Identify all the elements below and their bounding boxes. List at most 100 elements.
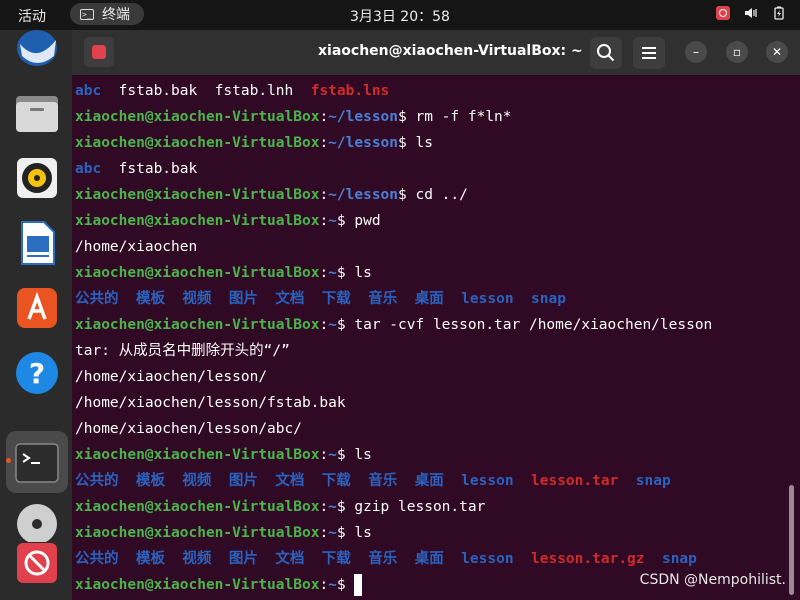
command-text: pwd [345, 213, 381, 229]
command-text: cd ../ [406, 187, 468, 203]
prompt-colon: : [319, 265, 329, 281]
hamburger-icon [642, 47, 656, 59]
prompt-colon: : [319, 187, 329, 203]
rhythmbox-icon[interactable] [14, 155, 60, 201]
libreoffice-writer-icon[interactable] [14, 220, 60, 266]
prompt-user: xiaochen@xiaochen-VirtualBox [75, 187, 320, 203]
output-line: 公共的 模板 视频 图片 文档 下载 音乐 桌面 lesson lesson.t… [75, 468, 671, 494]
prompt-symbol: $ [398, 187, 407, 203]
command-text: rm -f f*ln* [406, 109, 512, 125]
output-text: /home/xiaochen/lesson/ [75, 369, 268, 385]
prompt-symbol: $ [336, 265, 346, 281]
volume-icon[interactable] [744, 6, 758, 20]
directory-listing: snap [618, 473, 671, 489]
battery-icon[interactable] [772, 6, 786, 20]
terminal-icon[interactable] [14, 440, 60, 486]
svg-text:?: ? [29, 357, 45, 390]
prompt-path: ~ [328, 447, 337, 463]
app-menu-label: 终端 [102, 7, 130, 23]
new-tab-button[interactable] [84, 37, 114, 67]
clock[interactable]: 3月3日 20：58 [350, 9, 450, 25]
output-text: /home/xiaochen [75, 239, 198, 255]
prompt-colon: : [319, 525, 329, 541]
prompt-path: ~ [328, 265, 337, 281]
prompt-user: xiaochen@xiaochen-VirtualBox [75, 499, 320, 515]
thunderbird-icon[interactable] [14, 30, 60, 76]
prompt-colon: : [319, 577, 329, 593]
directory-listing: 公共的 模板 视频 图片 文档 下载 音乐 桌面 lesson [75, 551, 532, 567]
search-button[interactable] [590, 37, 622, 69]
output-text: tar: 从成员名中删除开头的“/” [75, 343, 290, 359]
top-bar: 活动 >_ 终端 3月3日 20：58 [0, 0, 800, 30]
prompt-user: xiaochen@xiaochen-VirtualBox [75, 317, 320, 333]
prompt-symbol: $ [398, 109, 407, 125]
prompt-line: xiaochen@xiaochen-VirtualBox:~$ ls [75, 442, 372, 468]
prompt-user: xiaochen@xiaochen-VirtualBox [75, 447, 320, 463]
output-line: 公共的 模板 视频 图片 文档 下载 音乐 桌面 lesson snap [75, 286, 566, 312]
command-text: ls [345, 447, 372, 463]
prompt-line: xiaochen@xiaochen-VirtualBox:~$ ls [75, 520, 372, 546]
close-button[interactable]: ✕ [766, 41, 788, 63]
app-center-icon[interactable] [14, 285, 60, 331]
directory-listing: snap [644, 551, 697, 567]
scrollbar[interactable] [789, 485, 794, 595]
terminal-small-icon: >_ [80, 8, 94, 20]
prompt-symbol: $ [336, 447, 346, 463]
help-icon[interactable]: ? [14, 350, 60, 396]
text-cursor[interactable] [354, 574, 363, 596]
output-line: /home/xiaochen/lesson/ [75, 364, 267, 390]
output-text: /home/xiaochen/lesson/abc/ [75, 421, 302, 437]
prompt-user: xiaochen@xiaochen-VirtualBox [75, 525, 320, 541]
prompt-user: xiaochen@xiaochen-VirtualBox [75, 577, 320, 593]
dock: ? [0, 30, 72, 600]
prompt-user: xiaochen@xiaochen-VirtualBox [75, 135, 320, 151]
directory-listing: 公共的 模板 视频 图片 文档 下载 音乐 桌面 lesson snap [75, 291, 566, 307]
close-icon: ✕ [771, 45, 783, 59]
prompt-path: ~/lesson [328, 109, 399, 125]
output-line: tar: 从成员名中删除开头的“/” [75, 338, 290, 364]
maximize-button[interactable]: ▫ [726, 41, 748, 63]
command-text [346, 577, 355, 593]
app-menu-terminal[interactable]: >_ 终端 [70, 3, 144, 25]
output-text: fstab.bak [101, 161, 198, 177]
prompt-path: ~ [328, 213, 337, 229]
unknown-app-icon[interactable] [14, 540, 60, 586]
record-icon [92, 45, 106, 59]
terminal-output[interactable]: abc fstab.bak fstab.lnh fstab.lns xiaoche… [72, 75, 800, 600]
prompt-line: xiaochen@xiaochen-VirtualBox:~/lesson$ l… [75, 130, 433, 156]
prompt-symbol: $ [336, 213, 346, 229]
prompt-user: xiaochen@xiaochen-VirtualBox [75, 109, 320, 125]
command-text: ls [406, 135, 433, 151]
prompt-line: xiaochen@xiaochen-VirtualBox:~$ tar -cvf… [75, 312, 712, 338]
command-text: tar -cvf lesson.tar /home/xiaochen/lesso… [345, 317, 713, 333]
prompt-user: xiaochen@xiaochen-VirtualBox [75, 265, 320, 281]
prompt-path: ~/lesson [328, 135, 399, 151]
minimize-button[interactable]: – [685, 41, 707, 63]
prompt-symbol: $ [336, 499, 346, 515]
prompt-path: ~ [328, 499, 337, 515]
prompt-line: xiaochen@xiaochen-VirtualBox:~$ [75, 572, 363, 598]
system-tray[interactable] [716, 6, 786, 20]
screen-record-icon[interactable] [716, 6, 730, 20]
files-icon[interactable] [14, 90, 60, 136]
output-line: /home/xiaochen/lesson/fstab.bak [75, 390, 346, 416]
activities-button[interactable]: 活动 [18, 6, 46, 26]
minimize-icon: – [693, 45, 699, 59]
prompt-line: xiaochen@xiaochen-VirtualBox:~$ gzip les… [75, 494, 485, 520]
prompt-line: xiaochen@xiaochen-VirtualBox:~/lesson$ c… [75, 182, 468, 208]
archive-file: fstab.lns [310, 83, 390, 99]
directory-listing: 公共的 模板 视频 图片 文档 下载 音乐 桌面 lesson [75, 473, 532, 489]
terminal-titlebar[interactable]: xiaochen@xiaochen-VirtualBox: ~ – ▫ ✕ [72, 30, 800, 75]
output-line: /home/xiaochen/lesson/abc/ [75, 416, 302, 442]
window-title: xiaochen@xiaochen-VirtualBox: ~ [318, 43, 583, 59]
prompt-line: xiaochen@xiaochen-VirtualBox:~$ pwd [75, 208, 381, 234]
output-text: /home/xiaochen/lesson/fstab.bak [75, 395, 346, 411]
output-line: abc fstab.bak fstab.lnh fstab.lns [75, 78, 389, 104]
prompt-line: xiaochen@xiaochen-VirtualBox:~$ ls [75, 260, 372, 286]
prompt-line: xiaochen@xiaochen-VirtualBox:~/lesson$ r… [75, 104, 512, 130]
running-indicator [6, 458, 11, 463]
archive-file: lesson.tar [531, 473, 619, 489]
menu-button[interactable] [633, 37, 665, 69]
prompt-user: xiaochen@xiaochen-VirtualBox [75, 213, 320, 229]
archive-file: lesson.tar.gz [531, 551, 645, 567]
